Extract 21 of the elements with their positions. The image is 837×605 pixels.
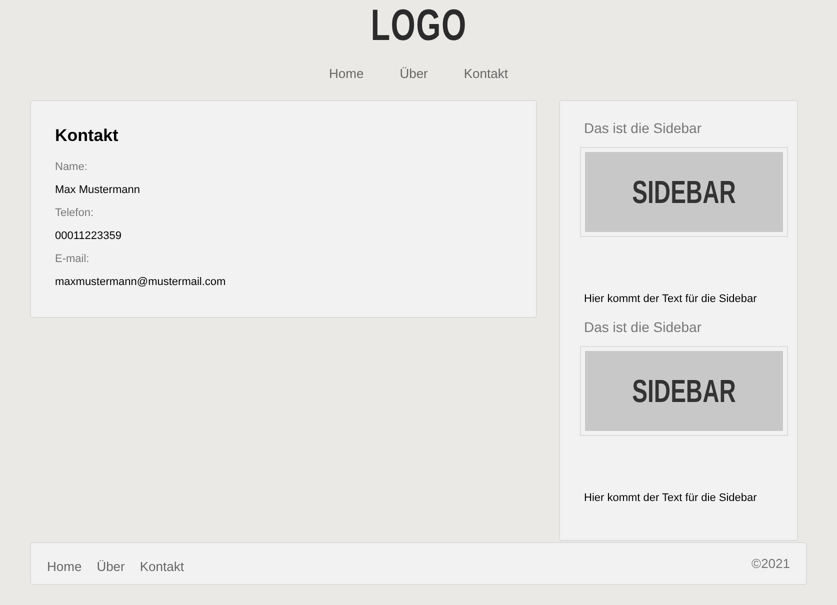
footer-link[interactable]: Über — [96, 556, 125, 576]
footer-link[interactable]: Kontakt — [140, 556, 184, 576]
field-value: Max Mustermann — [55, 183, 141, 197]
field-label: Name: — [55, 160, 88, 174]
footer-link[interactable]: Home — [47, 556, 82, 576]
sidebar-image-text: SIDEBAR — [632, 173, 736, 212]
field-value: 00011223359 — [55, 229, 122, 243]
nav-link[interactable]: Home — [329, 66, 364, 82]
sidebar-image-text: SIDEBAR — [632, 372, 736, 411]
field-label: E-mail: — [55, 252, 90, 266]
field-label: Telefon: — [55, 206, 95, 220]
field-value: maxmustermann@mustermail.com — [55, 275, 227, 289]
sidebar-text: Hier kommt der Text für die Sidebar — [583, 491, 758, 505]
sidebar-title: Das ist die Sidebar — [583, 318, 703, 336]
sidebar-text: Hier kommt der Text für die Sidebar — [583, 292, 758, 306]
copyright: ©2021 — [752, 554, 790, 573]
sidebar-title: Das ist die Sidebar — [583, 119, 703, 137]
contact-title: Kontakt — [55, 125, 120, 147]
logo: LOGO — [370, 4, 467, 48]
nav-link[interactable]: Kontakt — [464, 66, 508, 82]
nav-link[interactable]: Über — [400, 66, 428, 82]
